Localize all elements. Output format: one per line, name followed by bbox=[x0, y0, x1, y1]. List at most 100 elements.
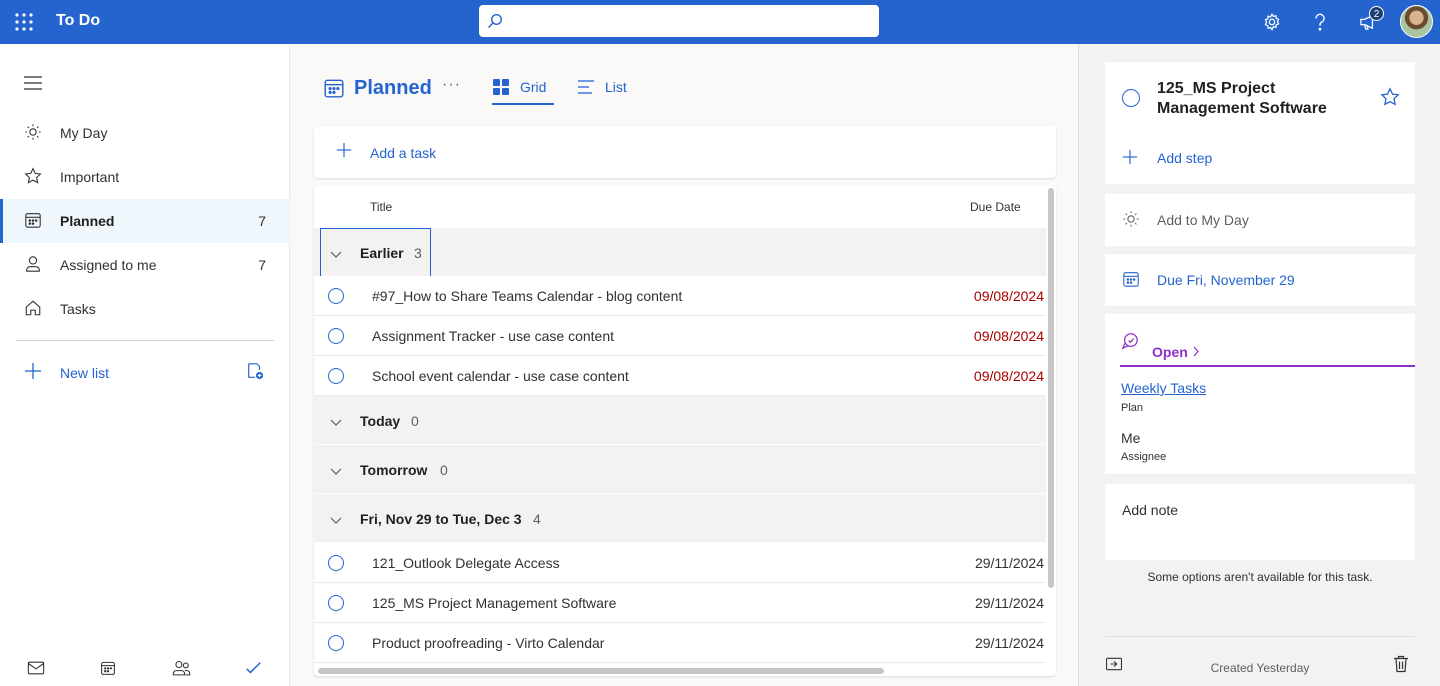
app-launcher-icon[interactable] bbox=[14, 12, 34, 32]
task-row[interactable]: School event calendar - use case content… bbox=[314, 356, 1046, 396]
mail-icon[interactable] bbox=[27, 660, 47, 680]
open-in-planner-button[interactable]: Open bbox=[1105, 324, 1225, 360]
page-title: Planned bbox=[354, 77, 432, 99]
task-due-date: 09/08/2024 bbox=[973, 368, 1044, 384]
options-notice: Some options aren't available for this t… bbox=[1147, 570, 1373, 584]
group-count: 0 bbox=[440, 462, 448, 478]
group-label: Tomorrow bbox=[360, 462, 428, 478]
delete-trash-icon[interactable] bbox=[1393, 655, 1409, 678]
column-header-title[interactable]: Title bbox=[370, 200, 392, 214]
task-title: 125_MS Project Management Software bbox=[372, 595, 617, 611]
planner-divider bbox=[1120, 365, 1415, 367]
avatar[interactable] bbox=[1400, 5, 1433, 38]
people-icon[interactable] bbox=[172, 660, 192, 680]
task-title: Assignment Tracker - use case content bbox=[372, 328, 614, 344]
more-options-button[interactable]: ··· bbox=[442, 76, 461, 94]
task-due-date: 09/08/2024 bbox=[973, 288, 1044, 304]
add-to-my-day-button[interactable]: Add to My Day bbox=[1105, 194, 1415, 246]
star-icon bbox=[24, 167, 44, 187]
note-card[interactable]: Add note bbox=[1105, 484, 1415, 560]
complete-checkbox[interactable] bbox=[328, 635, 344, 651]
task-row[interactable]: #97_How to Share Teams Calendar - blog c… bbox=[314, 276, 1046, 316]
task-row[interactable]: 125_MS Project Management Software 29/11… bbox=[314, 583, 1046, 623]
group-count: 3 bbox=[414, 245, 422, 261]
open-label: Open bbox=[1152, 344, 1188, 360]
hamburger-menu-icon[interactable] bbox=[24, 76, 44, 96]
app-title[interactable]: To Do bbox=[56, 12, 100, 30]
search-box[interactable] bbox=[479, 5, 879, 37]
plus-icon bbox=[1122, 149, 1138, 170]
task-title[interactable]: 125_MS Project Management Software bbox=[1157, 79, 1357, 119]
calendar-icon bbox=[323, 77, 345, 104]
settings-gear-icon[interactable] bbox=[1260, 10, 1284, 34]
complete-checkbox[interactable] bbox=[328, 368, 344, 384]
sidebar-item-tasks[interactable]: Tasks bbox=[0, 287, 290, 331]
calendar-app-icon[interactable] bbox=[100, 660, 120, 680]
details-footer: Created Yesterday bbox=[1105, 636, 1415, 686]
search-icon bbox=[488, 13, 503, 28]
search-input[interactable] bbox=[509, 5, 869, 37]
home-icon bbox=[24, 299, 44, 319]
complete-checkbox[interactable] bbox=[328, 288, 344, 304]
group-header-this-week[interactable]: Fri, Nov 29 to Tue, Dec 3 4 bbox=[314, 494, 1046, 542]
group-label: Earlier bbox=[360, 245, 404, 261]
chevron-down-icon bbox=[330, 512, 342, 530]
group-header-today[interactable]: Today 0 bbox=[314, 396, 1046, 444]
chevron-down-icon bbox=[330, 246, 342, 264]
sidebar-divider bbox=[16, 340, 274, 341]
sidebar-item-important[interactable]: Important bbox=[0, 155, 290, 199]
sidebar-item-count: 7 bbox=[258, 213, 266, 229]
sidebar-item-assigned-to-me[interactable]: Assigned to me 7 bbox=[0, 243, 290, 287]
plan-link[interactable]: Weekly Tasks bbox=[1121, 380, 1206, 396]
group-count: 0 bbox=[411, 413, 419, 429]
person-icon bbox=[24, 255, 44, 275]
vertical-scrollbar[interactable] bbox=[1048, 188, 1054, 588]
assignee-name: Me bbox=[1121, 430, 1141, 446]
notification-badge: 2 bbox=[1369, 6, 1384, 21]
todo-check-icon[interactable] bbox=[245, 660, 265, 680]
group-label: Today bbox=[360, 413, 401, 429]
task-due-date: 29/11/2024 bbox=[974, 635, 1044, 651]
plan-caption: Plan bbox=[1121, 402, 1144, 414]
complete-checkbox[interactable] bbox=[328, 328, 344, 344]
add-to-my-day-label: Add to My Day bbox=[1157, 212, 1249, 228]
task-due-date: 29/11/2024 bbox=[974, 555, 1044, 571]
top-bar: To Do 2 bbox=[0, 0, 1440, 44]
complete-checkbox[interactable] bbox=[328, 595, 344, 611]
task-title: School event calendar - use case content bbox=[372, 368, 629, 384]
task-row[interactable]: 121_Outlook Delegate Access 29/11/2024 bbox=[314, 543, 1046, 583]
complete-checkbox[interactable] bbox=[1122, 89, 1140, 107]
sidebar-item-label: My Day bbox=[60, 125, 108, 141]
task-row[interactable]: Assignment Tracker - use case content 09… bbox=[314, 316, 1046, 356]
complete-checkbox[interactable] bbox=[328, 555, 344, 571]
group-header-earlier[interactable]: Earlier 3 bbox=[314, 228, 1046, 278]
plus-icon bbox=[24, 362, 42, 385]
due-date-button[interactable]: Due Fri, November 29 bbox=[1105, 254, 1415, 306]
note-placeholder: Add note bbox=[1122, 502, 1179, 518]
horizontal-scrollbar[interactable] bbox=[318, 668, 884, 674]
task-title: Product proofreading - Virto Calendar bbox=[372, 635, 605, 651]
help-icon[interactable] bbox=[1308, 10, 1332, 34]
add-step-button[interactable]: Add step bbox=[1105, 144, 1415, 172]
add-task-input[interactable]: Add a task bbox=[314, 126, 1056, 178]
tab-list[interactable]: List bbox=[577, 76, 639, 106]
group-header-tomorrow[interactable]: Tomorrow 0 bbox=[314, 445, 1046, 493]
tab-grid[interactable]: Grid bbox=[492, 76, 554, 106]
group-label: Fri, Nov 29 to Tue, Dec 3 bbox=[360, 511, 522, 527]
task-row[interactable]: Product proofreading - Virto Calendar 29… bbox=[314, 623, 1046, 663]
group-count: 4 bbox=[533, 511, 541, 527]
sidebar-item-my-day[interactable]: My Day bbox=[0, 111, 290, 155]
tab-label: Grid bbox=[520, 79, 547, 95]
column-header-due-date[interactable]: Due Date bbox=[970, 200, 1021, 214]
sidebar: My Day Important Planned 7 Assigned to m… bbox=[0, 44, 290, 686]
new-list-label: New list bbox=[60, 365, 110, 381]
new-group-icon[interactable] bbox=[246, 362, 266, 382]
plus-icon bbox=[336, 142, 352, 163]
task-due-date: 09/08/2024 bbox=[973, 328, 1044, 344]
sidebar-item-planned[interactable]: Planned 7 bbox=[0, 199, 290, 243]
task-title: 121_Outlook Delegate Access bbox=[372, 555, 560, 571]
task-grid: Title Due Date Earlier 3 #97_How to Shar… bbox=[314, 186, 1056, 676]
sidebar-item-label: Assigned to me bbox=[60, 257, 157, 273]
app-switcher-bar bbox=[0, 656, 290, 686]
star-icon[interactable] bbox=[1380, 87, 1400, 112]
